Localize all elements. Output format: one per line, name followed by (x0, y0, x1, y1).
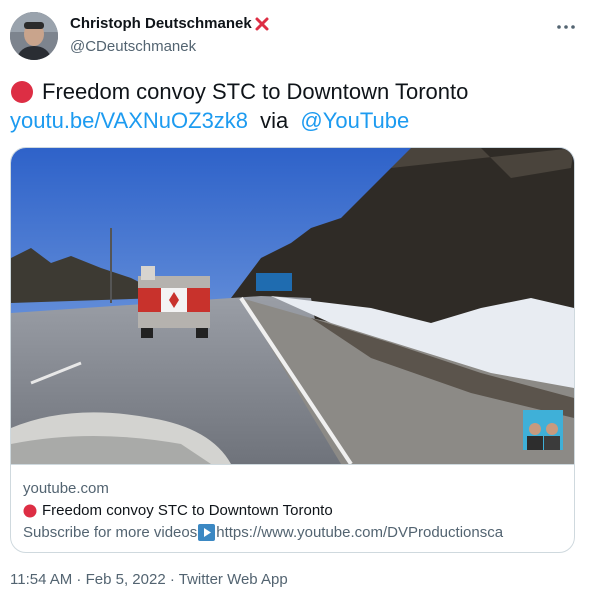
card-desc-prefix: Subscribe for more videos (23, 524, 198, 541)
card-title: Freedom convoy STC to Downtown Toronto (42, 502, 333, 519)
author-handle[interactable]: @CDeutschmanek (70, 38, 196, 55)
tweet-text: Freedom convoy STC to Downtown Toronto (42, 79, 469, 104)
author-name-row[interactable]: Christoph Deutschmanek (70, 15, 270, 32)
author-display-name[interactable]: Christoph Deutschmanek (70, 15, 252, 32)
meta-separator: · (165, 571, 179, 588)
link-card[interactable]: youtube.com Freedom convoy STC to Downto… (10, 147, 575, 553)
cross-mark-icon (255, 17, 269, 30)
card-description: Subscribe for more videos https://www.yo… (23, 524, 503, 541)
card-desc-url: https://www.youtube.com/DVProductionsca (216, 524, 504, 541)
more-options-icon[interactable] (555, 18, 577, 36)
tweet: Christoph Deutschmanek @CDeutschmanek Fr… (0, 0, 589, 599)
tweet-meta: 11:54 AM · Feb 5, 2022 · Twitter Web App (10, 571, 288, 588)
tweet-time[interactable]: 11:54 AM (10, 571, 72, 588)
via-text: via (260, 108, 289, 133)
red-circle-icon (11, 81, 33, 103)
tweet-date[interactable]: Feb 5, 2022 (86, 571, 166, 588)
card-thumbnail[interactable] (11, 148, 574, 464)
tweet-text-line-2: youtu.be/VAXNuOZ3zk8 via @YouTube (10, 107, 409, 135)
tweet-link[interactable]: youtu.be/VAXNuOZ3zk8 (10, 108, 248, 133)
mention-link[interactable]: @YouTube (300, 108, 409, 133)
card-title-row: Freedom convoy STC to Downtown Toronto (23, 502, 333, 519)
red-circle-icon (23, 504, 37, 517)
video-thumbnail-image (11, 148, 574, 464)
meta-separator: · (72, 571, 86, 588)
avatar-image (10, 12, 58, 60)
card-info[interactable]: youtube.com Freedom convoy STC to Downto… (11, 464, 574, 552)
tweet-source: Twitter Web App (178, 571, 288, 588)
card-domain: youtube.com (23, 480, 109, 497)
tweet-text-line-1: Freedom convoy STC to Downtown Toronto (10, 78, 468, 106)
play-button-icon (198, 524, 216, 541)
avatar[interactable] (10, 12, 58, 60)
